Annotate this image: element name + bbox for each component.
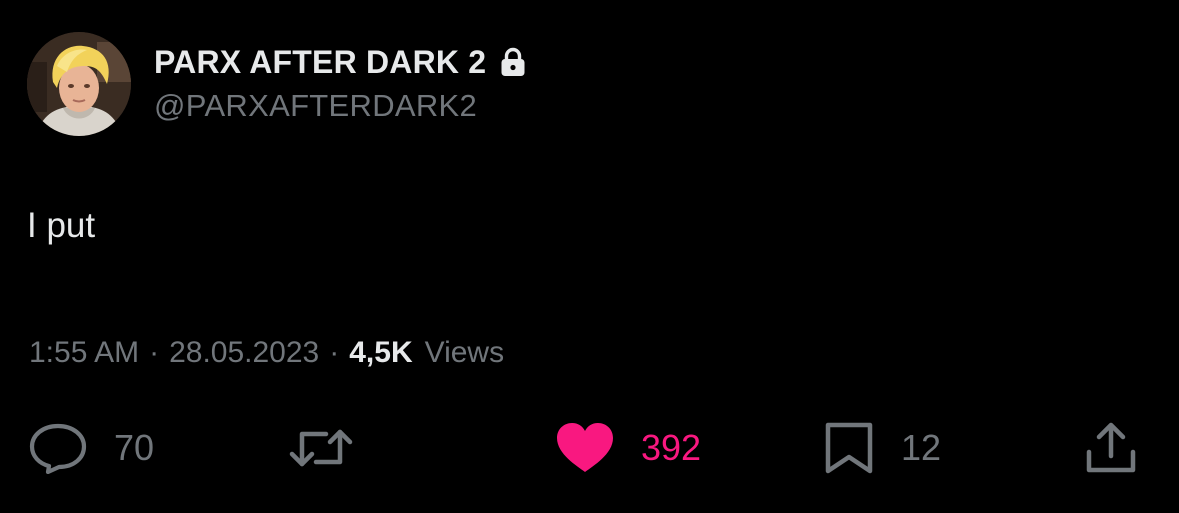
tweet-time[interactable]: 1:55 AM	[29, 336, 139, 370]
bookmark-icon	[823, 420, 875, 476]
views-label: Views	[424, 336, 505, 369]
retweet-button[interactable]	[288, 420, 380, 476]
tweet-meta: 1:55 AM · 28.05.2023 · 4,5K Views	[29, 334, 504, 372]
meta-separator: ·	[149, 336, 160, 369]
avatar[interactable]	[27, 32, 131, 136]
heart-icon	[555, 422, 615, 474]
tweet-card: PARX AFTER DARK 2 @PARXAFTERDARK2 I put …	[0, 0, 1179, 513]
avatar-image	[27, 32, 131, 136]
share-icon	[1084, 420, 1138, 476]
meta-separator: ·	[329, 336, 340, 369]
tweet-date[interactable]: 28.05.2023	[169, 336, 319, 370]
retweet-arrows-icon	[288, 422, 354, 474]
like-button[interactable]: 392	[555, 420, 701, 476]
like-count: 392	[641, 427, 702, 468]
views-count[interactable]: 4,5K	[349, 336, 412, 370]
bookmark-count: 12	[901, 427, 942, 468]
tweet-text: I put	[27, 206, 96, 245]
reply-button[interactable]: 70	[28, 420, 154, 476]
author-display-name[interactable]: PARX AFTER DARK 2	[154, 44, 486, 81]
author-name-row: PARX AFTER DARK 2	[154, 42, 526, 82]
bookmark-button[interactable]: 12	[823, 420, 941, 476]
reply-count: 70	[114, 427, 155, 468]
author-handle[interactable]: @PARXAFTERDARK2	[154, 88, 477, 124]
lock-icon	[500, 47, 526, 77]
reply-bubble-icon	[28, 422, 88, 474]
share-button[interactable]	[1084, 420, 1138, 476]
